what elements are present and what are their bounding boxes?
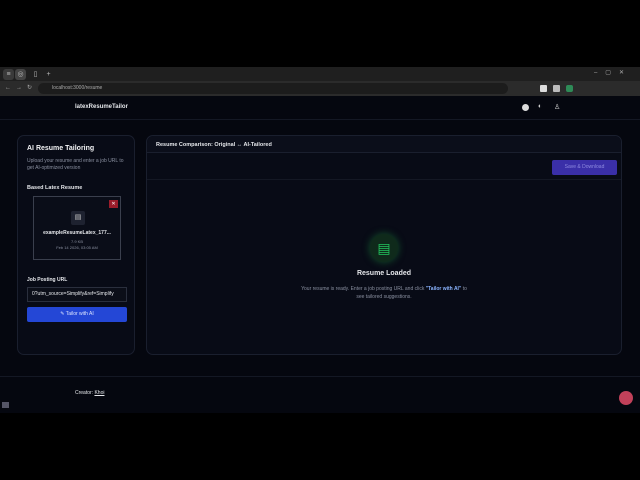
remove-file-button[interactable]: ✕	[109, 200, 118, 208]
footer-credit: Creator: Khoi	[75, 390, 105, 396]
dev-indicator-icon[interactable]	[2, 402, 9, 408]
comparison-title: Resume Comparison: Original ↔ AI-Tailore…	[156, 142, 272, 148]
chat-bubble-button[interactable]	[619, 391, 633, 405]
extension-icon[interactable]	[540, 85, 547, 92]
address-bar-row: ←→↻ localhost:3000/resume	[0, 81, 640, 96]
new-tab-button[interactable]: +	[43, 69, 54, 80]
file-icon: ▤	[71, 211, 85, 225]
footer-divider	[0, 376, 640, 377]
extension-icon[interactable]	[553, 85, 560, 92]
status-title: Resume Loaded	[356, 270, 412, 277]
nav-buttons[interactable]: ←→↻	[5, 84, 37, 91]
tab-search-icon[interactable]: ≡	[3, 69, 14, 80]
divider	[147, 179, 621, 180]
file-name: exampleResumeLatex_177...	[43, 230, 111, 236]
brand-logo[interactable]: latexResumeTailor	[75, 104, 128, 110]
url-label: Job Posting URL	[27, 277, 68, 283]
extension-icon[interactable]	[566, 85, 573, 92]
window-controls[interactable]: –▢✕	[594, 69, 632, 76]
panel-title: AI Resume Tailoring	[27, 145, 95, 152]
section-label: Based Latex Resume	[27, 185, 83, 191]
comparison-header: Resume Comparison: Original ↔ AI-Tailore…	[147, 136, 621, 153]
save-download-button[interactable]: Save & Download	[552, 160, 617, 175]
creator-link[interactable]: Khoi	[94, 390, 104, 396]
file-date: Feb 14 2026, 03:05 AM	[56, 245, 98, 250]
comparison-panel: Resume Comparison: Original ↔ AI-Tailore…	[146, 135, 622, 355]
browser-tab-bar: ≡ ◎ ▯ + –▢✕	[0, 67, 640, 81]
github-icon[interactable]	[522, 104, 529, 111]
tailor-button[interactable]: ✎ Tailor with AI	[27, 307, 127, 322]
document-icon: ▤	[370, 234, 398, 262]
active-tab[interactable]: ◎	[15, 69, 26, 80]
app-header: latexResumeTailor ◐ ♙	[0, 96, 640, 120]
status-highlight: "Tailor with AI"	[425, 286, 462, 292]
panel-subtitle: Upload your resume and enter a job URL t…	[27, 158, 124, 171]
tailoring-panel: AI Resume Tailoring Upload your resume a…	[17, 135, 135, 355]
job-url-input[interactable]: 0?utm_source=Simplify&ref=Simplify	[27, 287, 127, 302]
theme-toggle-icon[interactable]: ◐	[538, 103, 542, 110]
tab-icon[interactable]: ▯	[30, 69, 41, 80]
uploaded-file-card[interactable]: ✕ ▤ exampleResumeLatex_177... 7.9 KB Feb…	[33, 196, 121, 260]
app: latexResumeTailor ◐ ♙ AI Resume Tailorin…	[0, 96, 640, 413]
status-text: Your resume is ready. Enter a job postin…	[301, 286, 467, 300]
url-input[interactable]: localhost:3000/resume	[38, 83, 508, 94]
file-size: 7.9 KB	[70, 239, 83, 244]
user-icon[interactable]: ♙	[554, 103, 560, 111]
